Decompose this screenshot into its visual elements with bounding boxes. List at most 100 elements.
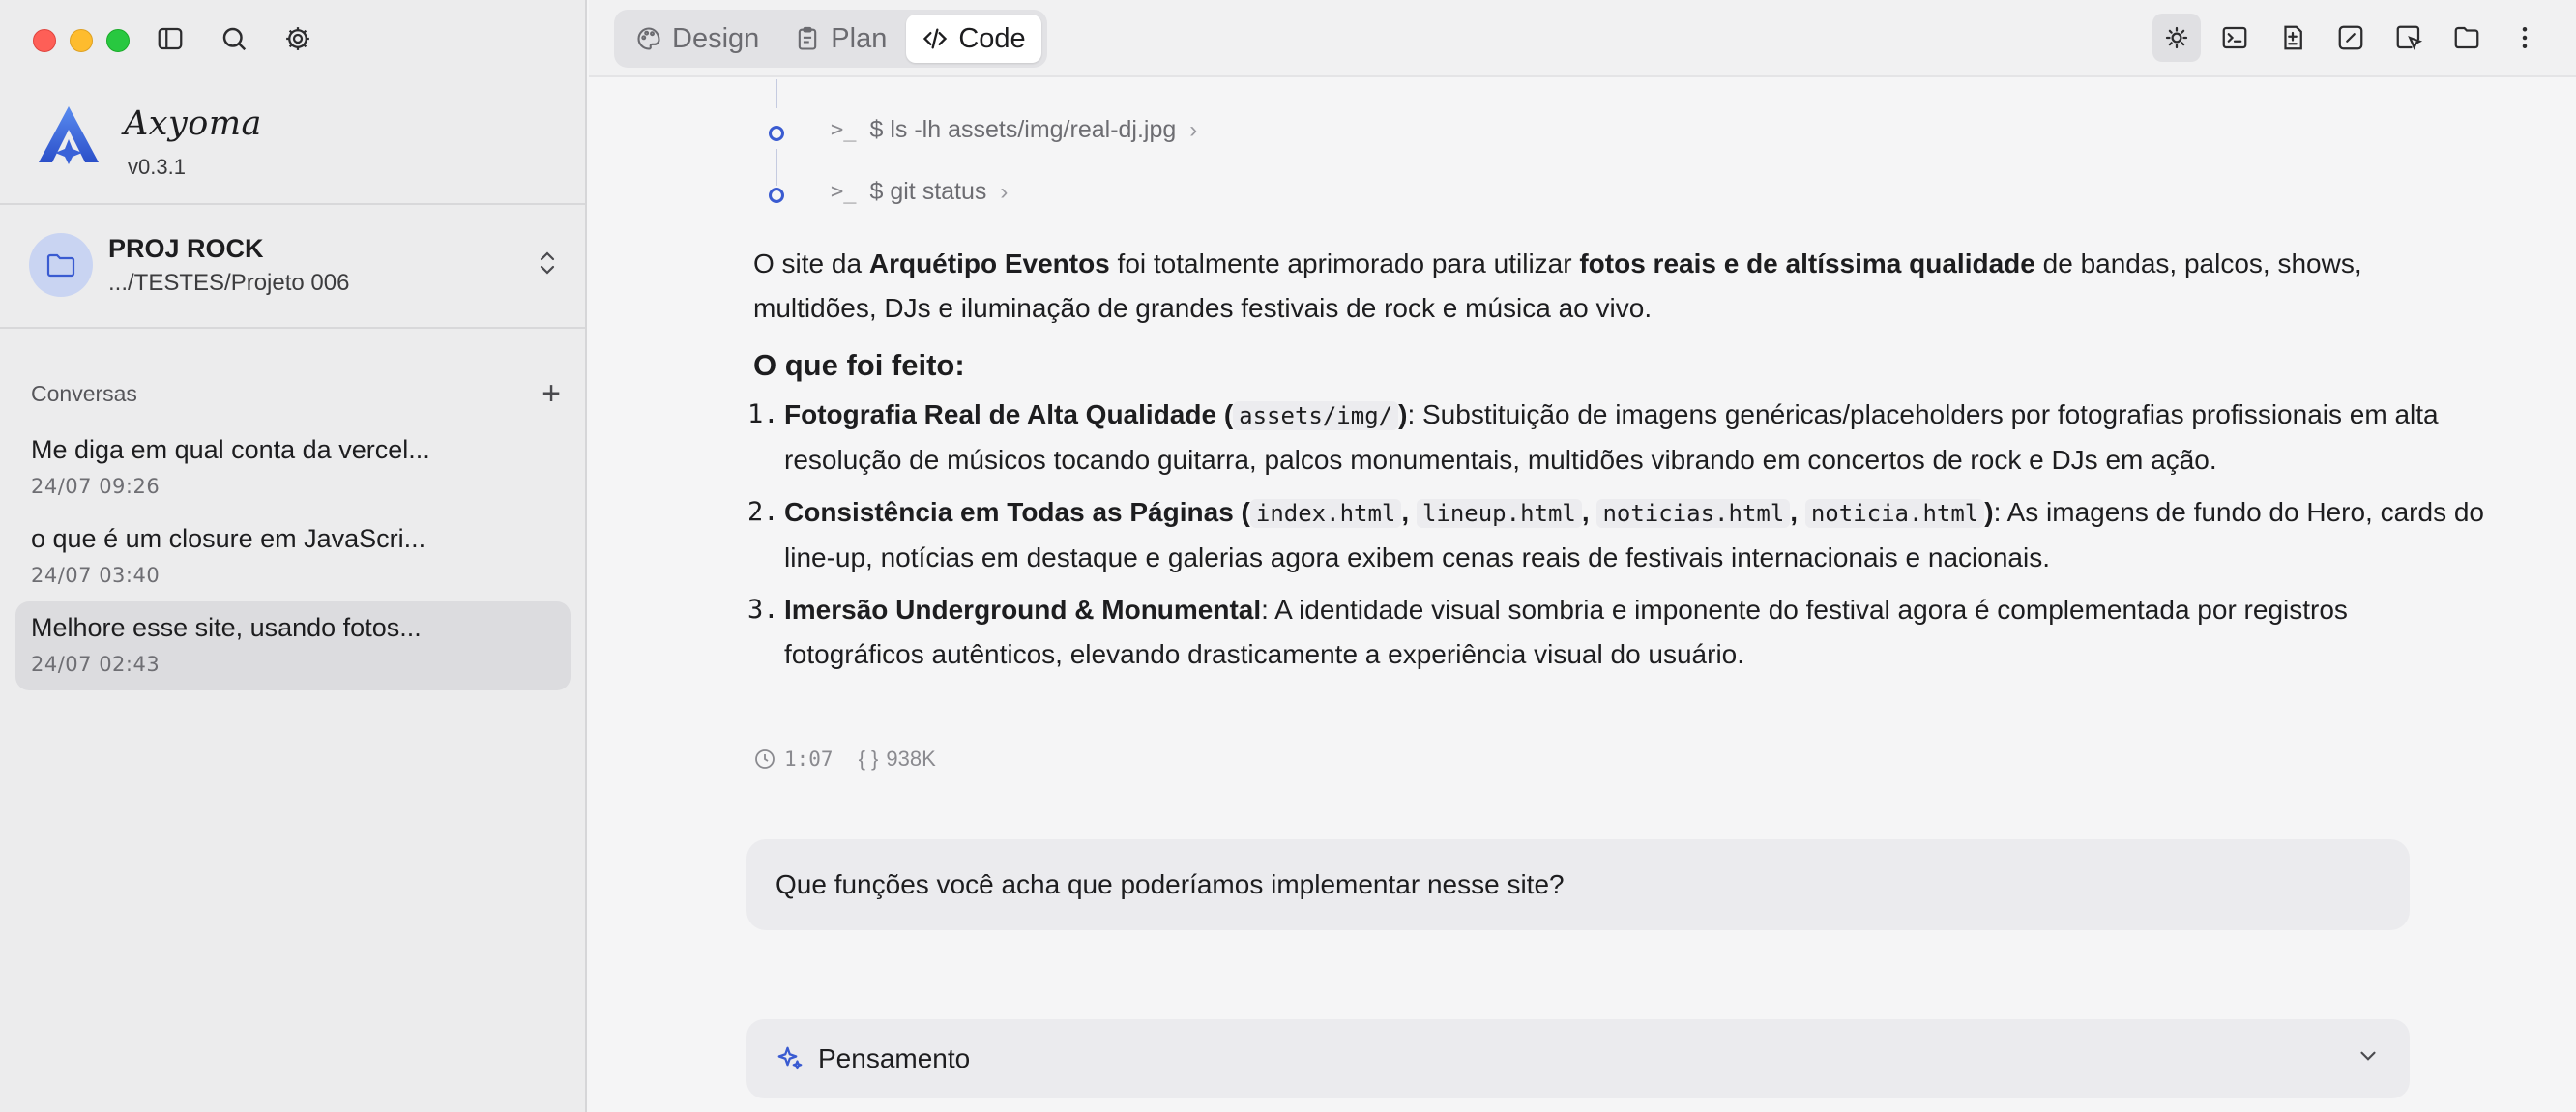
intro-text: O site da	[753, 249, 869, 278]
inline-code: index.html	[1249, 499, 1402, 528]
list-number: 3.	[747, 595, 779, 625]
list-item: 2. Consistência em Todas as Páginas (ind…	[747, 490, 2484, 580]
inline-code: assets/img/	[1233, 401, 1399, 430]
diff-file-icon[interactable]	[2269, 14, 2317, 62]
top-bar: Design Plan Code	[589, 0, 2576, 77]
conversations-title: Conversas	[31, 380, 137, 406]
item-bold: Fotografia Real de Alta Qualidade (	[784, 399, 1234, 429]
conversation-title: o que é um closure em JavaScri...	[31, 524, 426, 553]
item-bold: )	[1984, 497, 1994, 527]
conversation-date: 24/07 09:26	[31, 475, 161, 498]
project-selector[interactable]: PROJ ROCK .../TESTES/Projeto 006	[29, 230, 559, 300]
app-name: Axyoma	[124, 104, 262, 143]
command-text: $ ls -lh assets/img/real-dj.jpg	[869, 116, 1177, 143]
tab-code[interactable]: Code	[906, 15, 1041, 63]
code-icon	[923, 28, 948, 49]
chevron-up-down-icon[interactable]	[536, 249, 559, 282]
tab-design[interactable]: Design	[620, 15, 775, 63]
new-conversation-button[interactable]: +	[542, 377, 561, 410]
list-number: 2.	[747, 497, 779, 527]
chevron-right-icon: ›	[1000, 178, 1009, 205]
list-item: 3. Imersão Underground & Monumental: A i…	[747, 588, 2484, 677]
intro-bold: fotos reais e de altíssima qualidade	[1579, 249, 2035, 278]
sidebar-toggle-icon[interactable]	[153, 21, 188, 56]
conversation-title: Melhore esse site, usando fotos...	[31, 613, 422, 642]
intro-text: foi totalmente aprimorado para utilizar	[1109, 249, 1580, 278]
palette-icon	[637, 27, 660, 50]
terminal-prompt-icon: >_	[831, 118, 857, 142]
tab-label: Plan	[831, 22, 888, 54]
chat-main: >_ $ ls -lh assets/img/real-dj.jpg › >_ …	[589, 79, 2576, 1112]
thinking-label: Pensamento	[818, 1043, 971, 1073]
sun-icon[interactable]	[2152, 14, 2201, 62]
select-cursor-icon[interactable]	[2385, 14, 2433, 62]
axyoma-logo-icon	[37, 104, 101, 169]
token-value: 938K	[886, 746, 936, 771]
message-heading: O que foi feito:	[753, 348, 965, 382]
tab-label: Code	[958, 22, 1026, 54]
mode-tabs: Design Plan Code	[614, 10, 1047, 68]
item-bold: Consistência em Todas as Páginas (	[784, 497, 1250, 527]
clipboard-icon	[799, 26, 817, 50]
minimize-window-button[interactable]	[70, 29, 93, 52]
message-intro: O site da Arquétipo Eventos foi totalmen…	[753, 242, 2484, 331]
thinking-panel[interactable]: Pensamento	[746, 1019, 2410, 1098]
folder-icon	[29, 233, 93, 297]
timeline-line	[776, 149, 777, 186]
clock-icon	[755, 749, 775, 769]
item-bold: ,	[1581, 497, 1597, 527]
command-step[interactable]: >_ $ ls -lh assets/img/real-dj.jpg ›	[831, 116, 1197, 144]
chevron-down-icon[interactable]	[2356, 1043, 2381, 1075]
item-bold: ,	[1401, 497, 1417, 527]
command-text: $ git status	[869, 178, 987, 205]
conversations-header: Conversas +	[31, 377, 561, 410]
clipped-command	[831, 79, 2281, 87]
conversation-item[interactable]: o que é um closure em JavaScri... 24/07 …	[15, 512, 571, 601]
folder-icon[interactable]	[2443, 14, 2491, 62]
more-vertical-icon[interactable]	[2501, 14, 2549, 62]
list-number: 1.	[747, 399, 779, 429]
braces-icon: { }	[858, 746, 879, 771]
item-bold: Imersão Underground & Monumental	[784, 595, 1262, 625]
duration: 1:07	[753, 747, 834, 771]
changes-list: 1. Fotografia Real de Alta Qualidade (as…	[747, 393, 2484, 677]
app-brand: Axyoma v0.3.1	[37, 104, 262, 180]
user-message-bubble: Que funções você acha que poderíamos imp…	[746, 839, 2410, 930]
search-icon[interactable]	[217, 21, 251, 56]
conversation-item[interactable]: Me diga em qual conta da vercel... 24/07…	[15, 424, 571, 512]
list-item: 1. Fotografia Real de Alta Qualidade (as…	[747, 393, 2484, 483]
conversation-list: Me diga em qual conta da vercel... 24/07…	[15, 424, 571, 690]
project-path: .../TESTES/Projeto 006	[108, 269, 350, 296]
command-step[interactable]: >_ $ git status ›	[831, 178, 1008, 206]
close-window-button[interactable]	[33, 29, 56, 52]
window-controls	[33, 29, 130, 52]
sidebar-divider	[0, 327, 585, 329]
message-meta: 1:07 { } 938K	[753, 746, 936, 772]
edit-square-icon[interactable]	[2327, 14, 2375, 62]
timeline-dot	[769, 126, 784, 141]
tab-plan[interactable]: Plan	[778, 15, 902, 63]
chevron-right-icon: ›	[1189, 116, 1198, 143]
sparkle-icon	[777, 1046, 803, 1070]
conversation-item-active[interactable]: Melhore esse site, usando fotos... 24/07…	[15, 601, 571, 690]
duration-value: 1:07	[784, 747, 834, 771]
inline-code: noticias.html	[1596, 499, 1791, 528]
timeline-line	[776, 79, 777, 108]
inline-code: noticia.html	[1804, 499, 1985, 528]
project-name: PROJ ROCK	[108, 233, 264, 263]
app-version: v0.3.1	[128, 155, 186, 179]
token-count: { } 938K	[859, 746, 936, 772]
assistant-message: O site da Arquétipo Eventos foi totalmen…	[747, 242, 2484, 685]
gear-icon[interactable]	[280, 21, 315, 56]
tab-label: Design	[672, 22, 760, 54]
zoom-window-button[interactable]	[106, 29, 130, 52]
terminal-icon[interactable]	[2210, 14, 2259, 62]
toolbar-actions	[2152, 14, 2549, 62]
intro-bold: Arquétipo Eventos	[868, 249, 1110, 278]
conversation-title: Me diga em qual conta da vercel...	[31, 435, 430, 464]
terminal-prompt-icon: >_	[831, 180, 857, 204]
conversation-date: 24/07 03:40	[31, 564, 161, 587]
sidebar: Axyoma v0.3.1 PROJ ROCK .../TESTES/Proje…	[0, 0, 587, 1112]
timeline-dot	[769, 188, 784, 203]
conversation-date: 24/07 02:43	[31, 653, 161, 676]
